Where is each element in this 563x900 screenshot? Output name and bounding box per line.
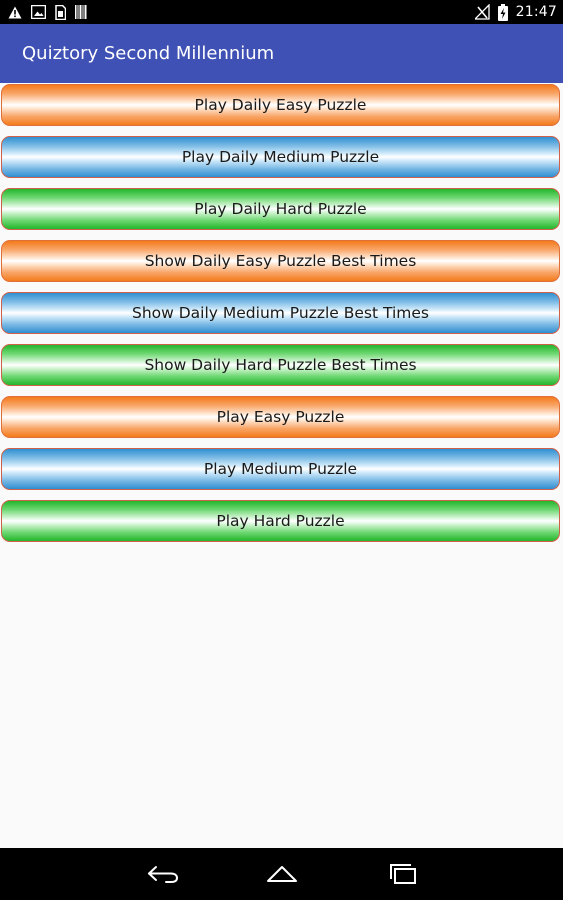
home-icon: [265, 864, 299, 884]
play-easy-button[interactable]: Play Easy Puzzle: [1, 396, 560, 438]
status-notifications: [8, 4, 87, 20]
button-label: Play Daily Medium Puzzle: [181, 148, 380, 166]
button-label: Play Daily Hard Puzzle: [194, 200, 367, 218]
play-daily-hard-button[interactable]: Play Daily Hard Puzzle: [1, 188, 560, 230]
back-button[interactable]: [143, 860, 183, 888]
status-system: 21:47: [474, 3, 557, 21]
back-icon: [146, 864, 180, 884]
sim-card-icon: [55, 4, 66, 20]
button-label: Show Daily Medium Puzzle Best Times: [132, 304, 429, 322]
button-label: Show Daily Hard Puzzle Best Times: [144, 356, 417, 374]
app-bar: Quiztory Second Millennium: [0, 24, 563, 83]
button-label: Play Medium Puzzle: [203, 460, 358, 478]
button-label: Play Hard Puzzle: [216, 512, 345, 530]
photo-icon: [31, 5, 46, 19]
play-medium-button[interactable]: Play Medium Puzzle: [1, 448, 560, 490]
status-time: 21:47: [515, 4, 557, 20]
warning-icon: [8, 6, 22, 19]
show-daily-hard-best-times-button[interactable]: Show Daily Hard Puzzle Best Times: [1, 344, 560, 386]
button-label: Play Daily Easy Puzzle: [194, 96, 367, 114]
app-title: Quiztory Second Millennium: [22, 43, 275, 64]
battery-charging-icon: [497, 3, 508, 21]
recents-button[interactable]: [382, 860, 422, 888]
play-daily-easy-button[interactable]: Play Daily Easy Puzzle: [1, 84, 560, 126]
show-daily-medium-best-times-button[interactable]: Show Daily Medium Puzzle Best Times: [1, 292, 560, 334]
show-daily-easy-best-times-button[interactable]: Show Daily Easy Puzzle Best Times: [1, 240, 560, 282]
no-signal-icon: [474, 4, 490, 20]
button-label: Show Daily Easy Puzzle Best Times: [144, 252, 417, 270]
home-button[interactable]: [262, 860, 302, 888]
play-daily-medium-button[interactable]: Play Daily Medium Puzzle: [1, 136, 560, 178]
play-hard-button[interactable]: Play Hard Puzzle: [1, 500, 560, 542]
barcode-icon: [75, 5, 87, 19]
recents-icon: [385, 863, 419, 885]
navigation-bar: [0, 848, 563, 900]
app-screen: 21:47 Quiztory Second Millennium Play Da…: [0, 0, 563, 900]
status-bar: 21:47: [0, 0, 563, 24]
button-label: Play Easy Puzzle: [216, 408, 345, 426]
